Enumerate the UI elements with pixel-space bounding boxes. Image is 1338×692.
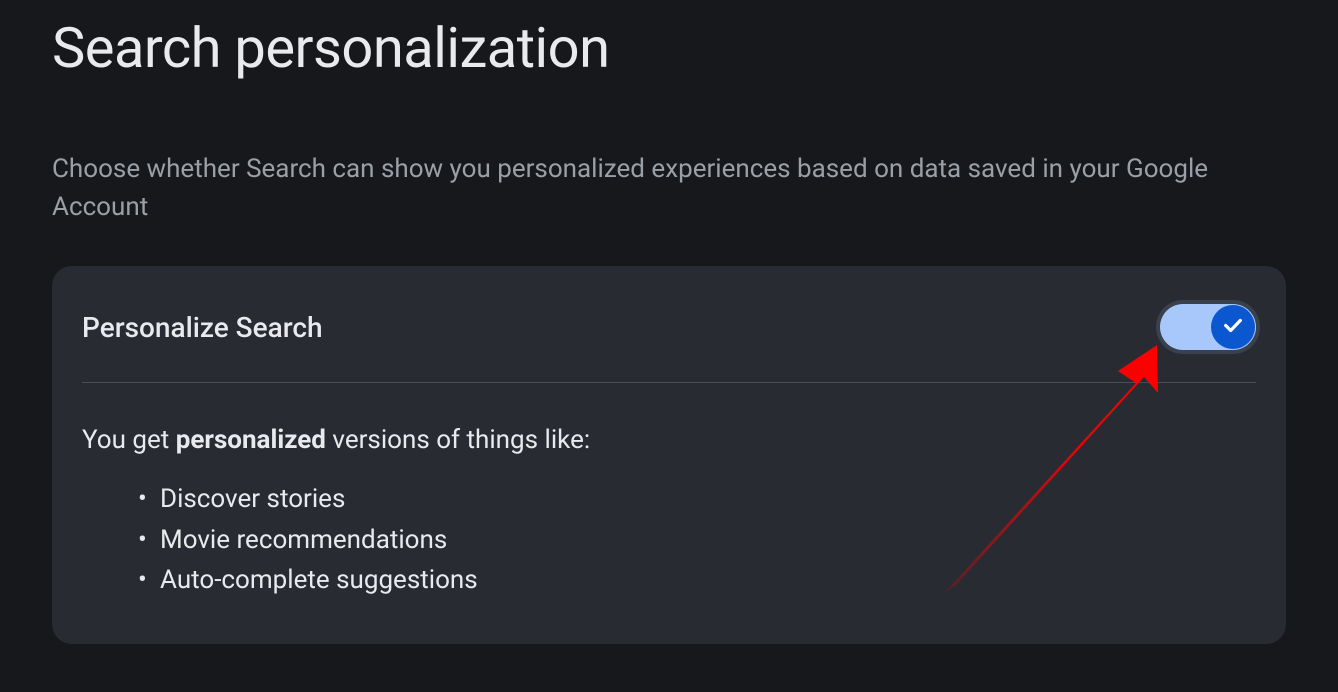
list-item: Discover stories (138, 479, 1256, 519)
feature-list: Discover stories Movie recommendations A… (82, 479, 1256, 600)
card-header: Personalize Search (82, 304, 1256, 383)
personalized-intro-text: You get personalized versions of things … (82, 425, 1256, 455)
toggle-knob (1211, 305, 1255, 349)
page-title: Search personalization (52, 15, 1286, 81)
body-bold: personalized (176, 425, 326, 455)
list-item: Movie recommendations (138, 520, 1256, 560)
body-suffix: versions of things like: (326, 425, 590, 455)
card-title: Personalize Search (82, 311, 323, 344)
personalize-search-card: Personalize Search You get personalized … (52, 266, 1286, 644)
checkmark-icon (1222, 314, 1244, 340)
list-item: Auto-complete suggestions (138, 560, 1256, 600)
personalize-search-toggle[interactable] (1160, 304, 1256, 350)
page-description: Choose whether Search can show you perso… (52, 151, 1252, 226)
card-body: You get personalized versions of things … (82, 383, 1256, 600)
body-prefix: You get (82, 425, 176, 455)
